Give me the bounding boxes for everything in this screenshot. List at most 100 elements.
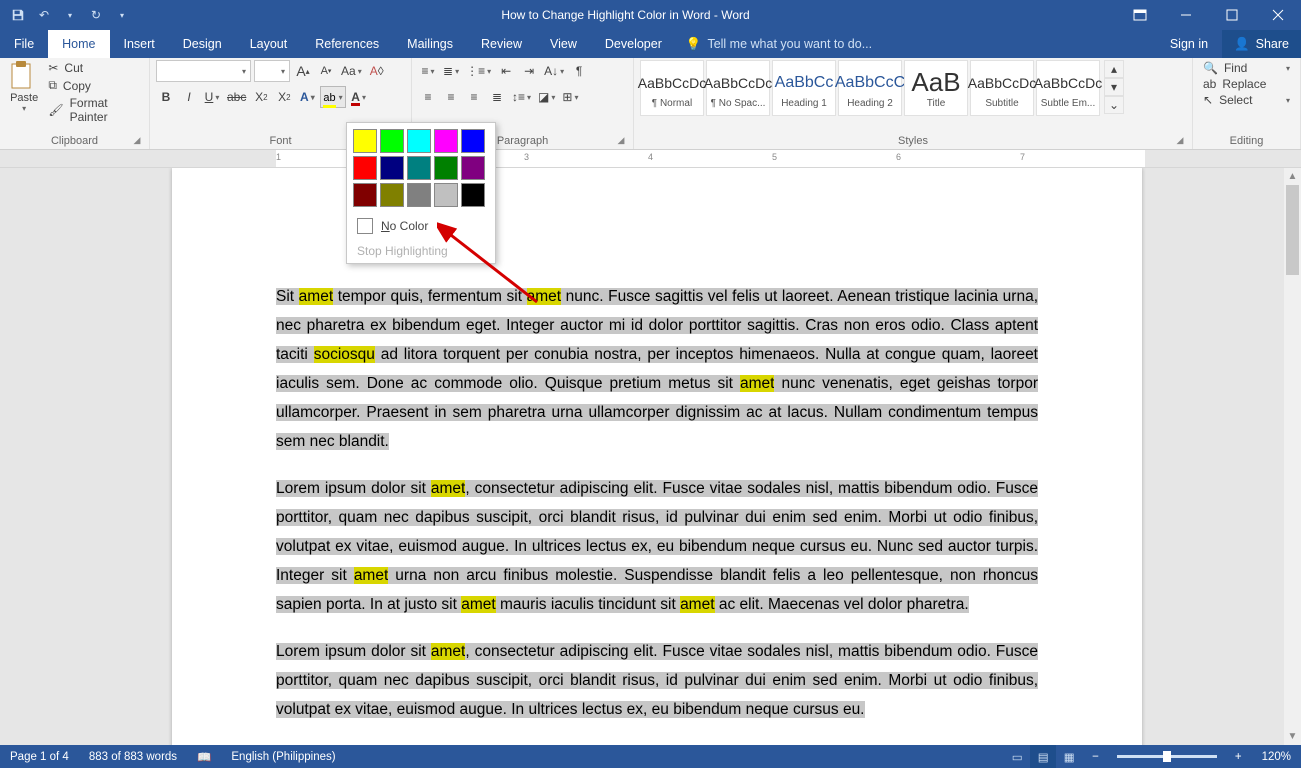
strikethrough-button[interactable]: abc [225,87,248,107]
multilevel-button[interactable]: ⋮≡ [464,61,493,81]
maximize-icon[interactable] [1209,0,1255,30]
style-subtitle[interactable]: AaBbCcDcSubtitle [970,60,1034,116]
swatch-800000[interactable] [353,183,377,207]
scroll-down-icon[interactable]: ▼ [1284,728,1301,745]
tab-developer[interactable]: Developer [591,30,676,58]
select-button[interactable]: ↖Select▾ [1199,92,1294,108]
print-layout-icon[interactable]: ▤ [1030,745,1056,768]
swatch-00ff00[interactable] [380,129,404,153]
find-button[interactable]: 🔍Find▾ [1199,60,1294,76]
show-marks-button[interactable]: ¶ [569,61,589,81]
vertical-scrollbar[interactable]: ▲ ▼ [1284,168,1301,745]
styles-scroll-up-icon[interactable]: ▴ [1104,60,1124,78]
styles-launcher-icon[interactable]: ◢ [1174,135,1186,147]
change-case-button[interactable]: Aa [339,61,364,81]
document-page[interactable]: Sit amet tempor quis, fermentum sit amet… [172,168,1142,745]
bold-button[interactable]: B [156,87,176,107]
tab-mailings[interactable]: Mailings [393,30,467,58]
read-mode-icon[interactable]: ▭ [1004,745,1030,768]
swatch-ff0000[interactable] [353,156,377,180]
font-color-button[interactable]: A [349,87,369,107]
style-heading-1[interactable]: AaBbCcHeading 1 [772,60,836,116]
tab-view[interactable]: View [536,30,591,58]
save-icon[interactable] [6,3,30,27]
sign-in-button[interactable]: Sign in [1156,30,1222,58]
style--no-spac-[interactable]: AaBbCcDc¶ No Spac... [706,60,770,116]
style-heading-2[interactable]: AaBbCcCHeading 2 [838,60,902,116]
web-layout-icon[interactable]: ▦ [1056,745,1082,768]
swatch-000080[interactable] [380,156,404,180]
style--normal[interactable]: AaBbCcDc¶ Normal [640,60,704,116]
align-center-button[interactable]: ≡ [441,87,461,107]
decrease-indent-button[interactable]: ⇤ [496,61,516,81]
paragraph-launcher-icon[interactable]: ◢ [615,135,627,147]
styles-scroll-down-icon[interactable]: ▾ [1104,78,1124,96]
justify-button[interactable]: ≣ [487,87,507,107]
document-area[interactable]: Sit amet tempor quis, fermentum sit amet… [0,168,1284,745]
paragraph-3[interactable]: Lorem ipsum dolor sit amet, consectetur … [276,637,1038,724]
share-button[interactable]: 👤 Share [1222,30,1301,58]
swatch-c0c0c0[interactable] [434,183,458,207]
italic-button[interactable]: I [179,87,199,107]
font-name-combo[interactable]: ▾ [156,60,251,82]
undo-icon[interactable]: ↶ [32,3,56,27]
cut-button[interactable]: ✂Cut [44,60,143,76]
zoom-slider-thumb[interactable] [1163,751,1171,762]
paste-button[interactable]: Paste ▾ [6,60,42,125]
increase-indent-button[interactable]: ⇥ [519,61,539,81]
shrink-font-button[interactable]: A▾ [316,61,336,81]
zoom-out-button[interactable]: − [1082,751,1109,763]
tab-insert[interactable]: Insert [110,30,169,58]
swatch-00ffff[interactable] [407,129,431,153]
word-count-status[interactable]: 883 of 883 words [79,751,187,763]
tab-references[interactable]: References [301,30,393,58]
tab-file[interactable]: File [0,30,48,58]
sort-button[interactable]: A↓ [542,61,566,81]
tab-design[interactable]: Design [169,30,236,58]
align-left-button[interactable]: ≡ [418,87,438,107]
zoom-level[interactable]: 120% [1252,751,1301,763]
grow-font-button[interactable]: A▴ [293,61,313,81]
line-spacing-button[interactable]: ↕≡ [510,87,533,107]
borders-button[interactable]: ⊞ [560,87,580,107]
swatch-008000[interactable] [434,156,458,180]
subscript-button[interactable]: X2 [251,87,271,107]
close-icon[interactable] [1255,0,1301,30]
paragraph-2[interactable]: Lorem ipsum dolor sit amet, consectetur … [276,474,1038,619]
text-effects-button[interactable]: A [297,87,317,107]
qat-customize-icon[interactable]: ▾ [110,3,134,27]
spellcheck-status[interactable]: 📖 [187,750,221,764]
scroll-up-icon[interactable]: ▲ [1284,168,1301,185]
tab-review[interactable]: Review [467,30,536,58]
tab-layout[interactable]: Layout [236,30,302,58]
horizontal-ruler[interactable]: 1234567 [0,150,1301,168]
swatch-ffff00[interactable] [353,129,377,153]
swatch-ff00ff[interactable] [434,129,458,153]
minimize-icon[interactable] [1163,0,1209,30]
swatch-0000ff[interactable] [461,129,485,153]
page-number-status[interactable]: Page 1 of 4 [0,751,79,763]
tab-home[interactable]: Home [48,30,109,58]
zoom-slider[interactable] [1117,755,1217,758]
clipboard-launcher-icon[interactable]: ◢ [131,135,143,147]
swatch-808000[interactable] [380,183,404,207]
zoom-in-button[interactable]: + [1225,751,1252,763]
swatch-800080[interactable] [461,156,485,180]
styles-more-icon[interactable]: ⌄ [1104,96,1124,114]
scroll-thumb[interactable] [1286,185,1299,275]
swatch-000000[interactable] [461,183,485,207]
numbering-button[interactable]: ≣ [441,61,461,81]
style-title[interactable]: AaBTitle [904,60,968,116]
style-subtle-em-[interactable]: AaBbCcDcSubtle Em... [1036,60,1100,116]
bullets-button[interactable]: ≡ [418,61,438,81]
swatch-008080[interactable] [407,156,431,180]
redo-icon[interactable]: ↻ [84,3,108,27]
language-status[interactable]: English (Philippines) [221,751,345,763]
tell-me-search[interactable]: 💡 Tell me what you want to do... [676,30,872,58]
copy-button[interactable]: ⧉Copy [44,77,143,94]
undo-dropdown-icon[interactable]: ▾ [58,3,82,27]
highlight-color-button[interactable]: ab ▾ [320,86,345,108]
align-right-button[interactable]: ≡ [464,87,484,107]
shading-button[interactable]: ◪ [536,87,557,107]
ribbon-display-icon[interactable] [1117,0,1163,30]
